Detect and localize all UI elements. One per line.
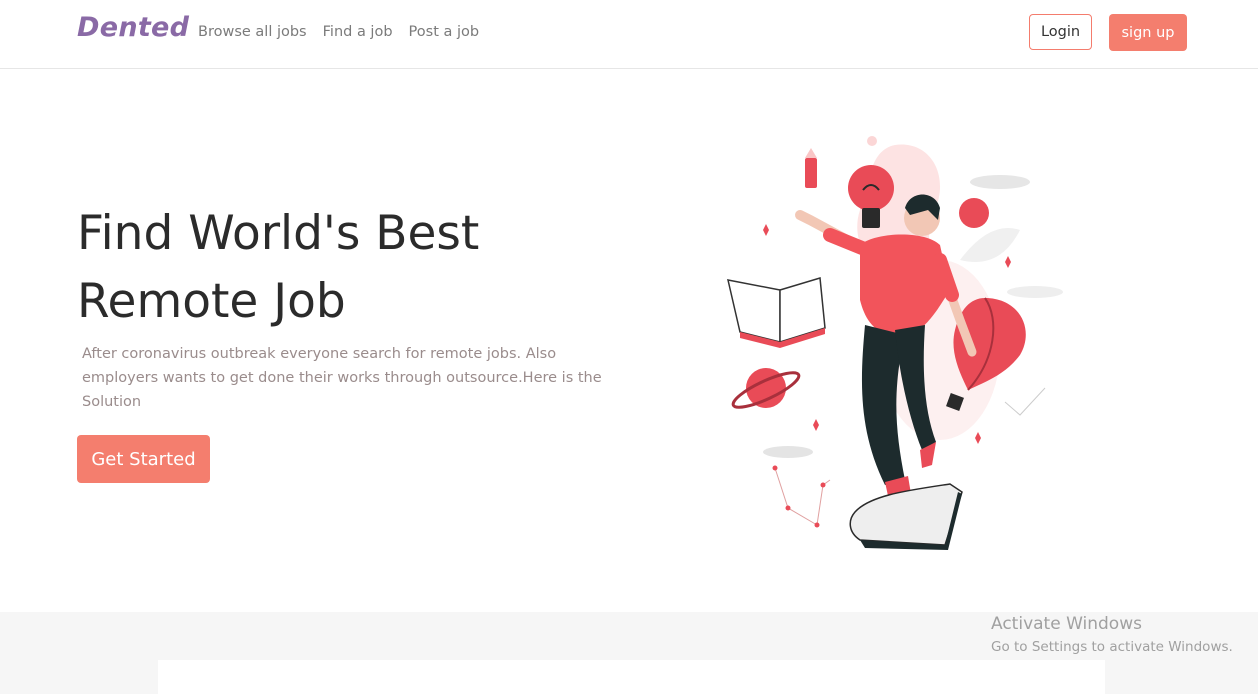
nav-link-browse-all-jobs[interactable]: Browse all jobs bbox=[198, 24, 307, 40]
activate-windows-title: Activate Windows bbox=[991, 614, 1142, 634]
nav-link-post-a-job[interactable]: Post a job bbox=[409, 24, 480, 40]
brand-logo[interactable]: Dented bbox=[77, 12, 189, 43]
signup-button[interactable]: sign up bbox=[1109, 14, 1187, 51]
person-floating-with-lightbulb-illustration bbox=[727, 136, 1063, 550]
navbar: Dented Browse all jobs Find a job Post a… bbox=[0, 0, 1258, 69]
hero-title-line-1: Find World's Best bbox=[77, 206, 480, 261]
hero-description: After coronavirus outbreak everyone sear… bbox=[82, 346, 602, 410]
hero-title: Find World's Best Remote Job bbox=[77, 200, 597, 336]
hero-title-line-2: Remote Job bbox=[77, 274, 346, 329]
features-card bbox=[158, 660, 1105, 694]
get-started-button[interactable]: Get Started bbox=[77, 435, 210, 483]
nav-link-find-a-job[interactable]: Find a job bbox=[323, 24, 393, 40]
login-button[interactable]: Login bbox=[1029, 14, 1092, 50]
activate-windows-subtitle: Go to Settings to activate Windows. bbox=[991, 639, 1233, 655]
page: Dented Browse all jobs Find a job Post a… bbox=[0, 0, 1258, 694]
nav-links: Browse all jobs Find a job Post a job bbox=[198, 24, 479, 40]
